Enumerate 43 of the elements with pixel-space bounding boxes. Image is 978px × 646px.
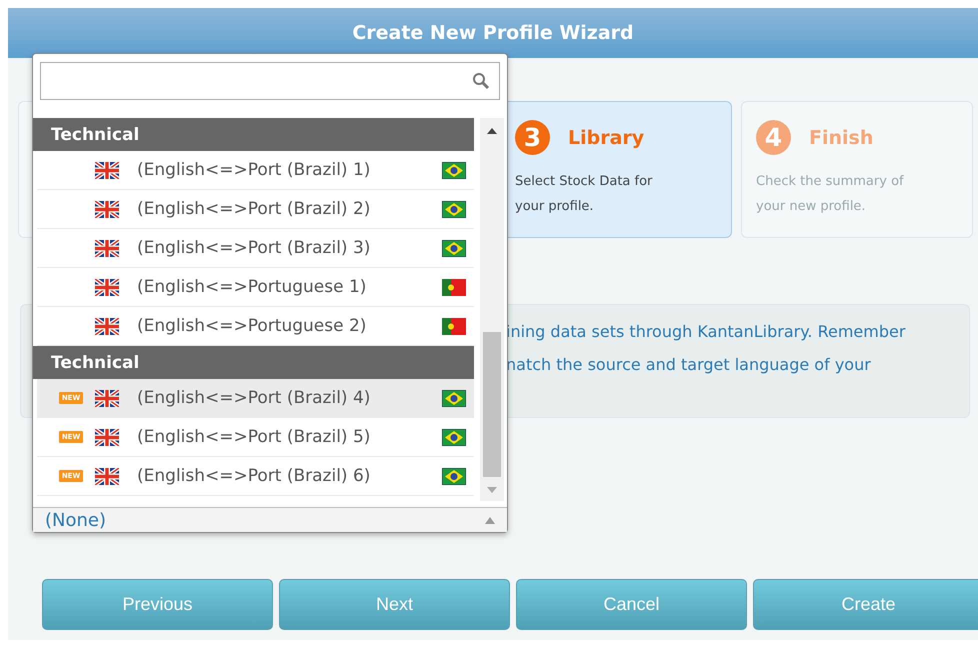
step-title: Finish — [809, 126, 874, 148]
group-header: Technical — [33, 118, 474, 151]
uk-flag-icon — [95, 318, 119, 334]
brazil-flag-icon — [442, 428, 466, 446]
brazil-flag-icon — [442, 240, 466, 256]
search-field[interactable] — [40, 62, 500, 100]
info-text: natch the source and target language of your — [506, 354, 872, 376]
uk-flag-icon — [95, 468, 119, 484]
brazil-flag-icon — [442, 162, 466, 178]
info-text: ining data sets through KantanLibrary. Remember — [506, 321, 906, 343]
portugal-flag-icon — [442, 278, 466, 296]
group-header: Technical — [33, 346, 474, 379]
select-field[interactable]: (None) — [33, 507, 507, 532]
option-label: (English<=>Port (Brazil) 2) — [137, 199, 372, 219]
option-label: (English<=>Portuguese 2) — [137, 316, 368, 336]
step-number: 4 — [756, 120, 791, 155]
uk-flag-icon — [95, 240, 119, 256]
uk-flag-icon — [95, 162, 119, 178]
option-label: (English<=>Port (Brazil) 3) — [137, 238, 372, 258]
scroll-up-icon — [487, 128, 497, 134]
option-label: (English<=>Port (Brazil) 5) — [137, 427, 372, 447]
option-label: (English<=>Port (Brazil) 4) — [137, 388, 372, 408]
window-title: Create New Profile Wizard — [352, 22, 634, 44]
step-description: Check the summary of your new profile. — [756, 173, 905, 216]
scrollbar[interactable] — [480, 118, 504, 501]
uk-flag-icon — [95, 200, 119, 218]
portugal-flag-icon — [442, 318, 466, 334]
step-number: 3 — [515, 120, 550, 155]
option-label: (English<=>Portuguese 1) — [137, 277, 368, 297]
brazil-flag-icon — [442, 390, 466, 406]
option-label: (English<=>Port (Brazil) 6) — [137, 466, 372, 486]
scrollbar-thumb[interactable] — [483, 332, 501, 477]
uk-flag-icon — [95, 390, 119, 406]
search-icon — [472, 72, 490, 90]
brazil-flag-icon — [442, 200, 466, 218]
scroll-down-icon — [487, 487, 497, 493]
brazil-flag-icon — [442, 468, 466, 484]
step-title: Library — [568, 126, 644, 148]
uk-flag-icon — [95, 278, 119, 296]
caret-icon — [485, 516, 495, 524]
uk-flag-icon — [95, 428, 119, 446]
option-label: (English<=>Port (Brazil) 1) — [137, 160, 372, 180]
step-description: Select Stock Data for your profile. — [515, 173, 654, 216]
